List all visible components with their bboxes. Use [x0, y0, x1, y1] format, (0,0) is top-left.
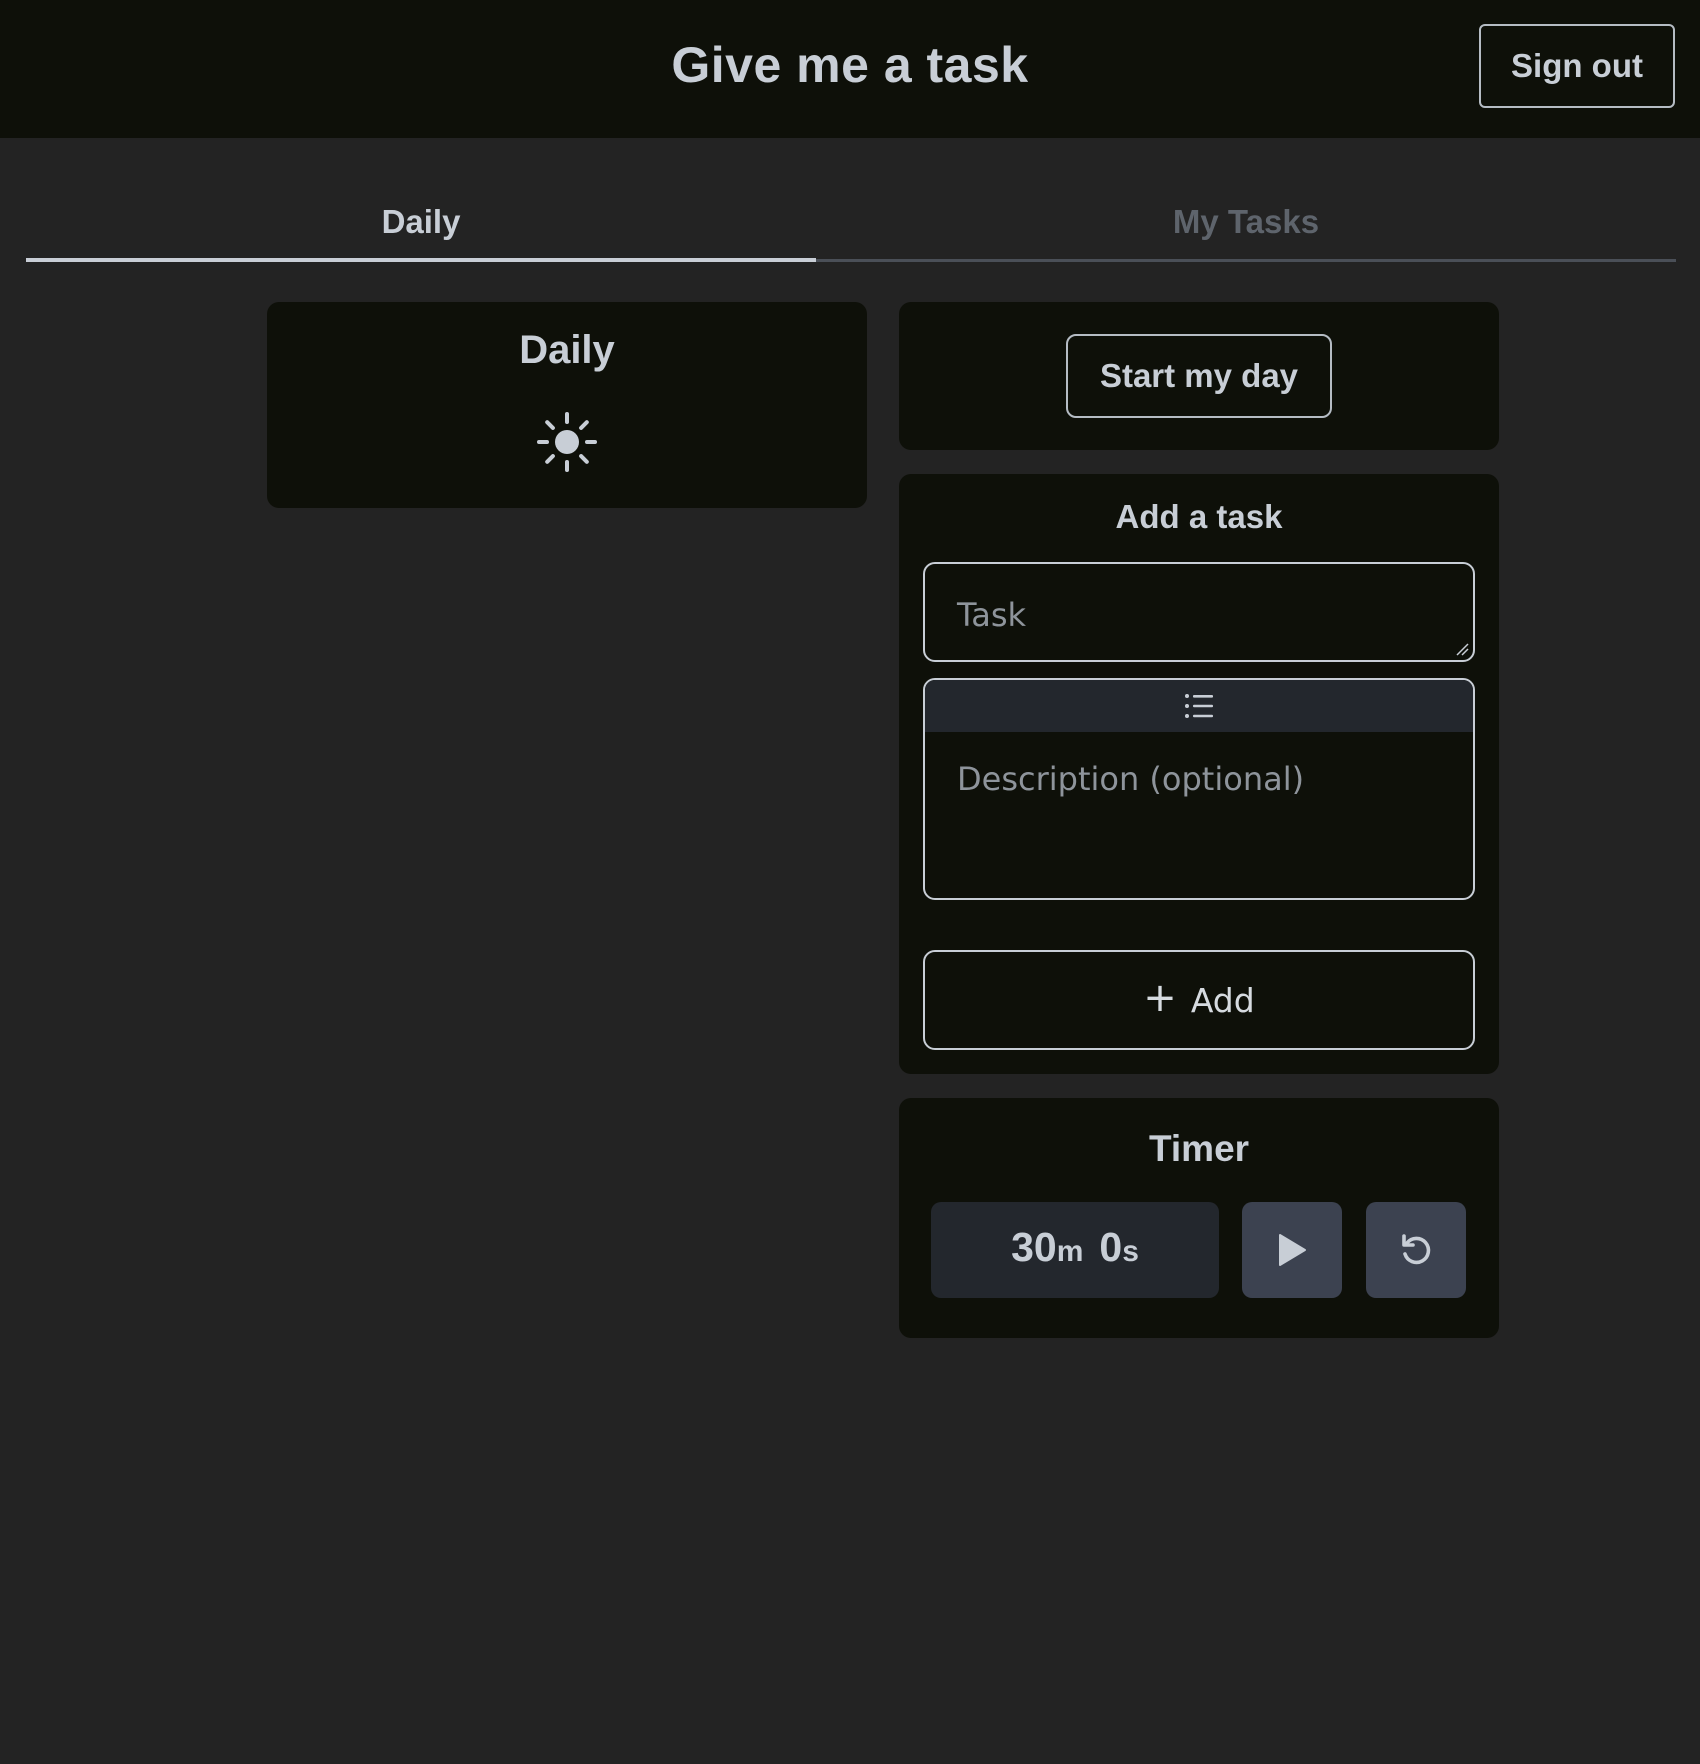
tab-bar: Daily My Tasks — [26, 182, 1676, 262]
add-task-card: Add a task Task Description (optional) +… — [899, 474, 1499, 1074]
app-title: Give me a task — [671, 37, 1029, 93]
timer-minutes: 30 — [1011, 1224, 1057, 1270]
timer-minutes-unit: m — [1056, 1235, 1084, 1268]
timer-play-button[interactable] — [1242, 1202, 1342, 1298]
timer-card: Timer 30 m 0 s — [899, 1098, 1499, 1338]
tab-divider — [816, 259, 1676, 262]
add-task-title: Add a task — [1115, 498, 1283, 535]
start-my-day-button[interactable]: Start my day — [1066, 334, 1332, 418]
plus-icon: + — [1143, 975, 1177, 1021]
timer-display: 30 m 0 s — [931, 1202, 1219, 1298]
add-task-button[interactable]: + Add — [923, 950, 1475, 1050]
sun-icon — [537, 412, 597, 472]
timer-reset-button[interactable] — [1366, 1202, 1466, 1298]
description-placeholder: Description (optional) — [957, 760, 1305, 798]
editor-toolbar — [925, 680, 1473, 732]
task-input-placeholder: Task — [957, 596, 1027, 634]
task-input[interactable]: Task — [923, 562, 1475, 662]
tab-active-indicator — [26, 258, 816, 262]
description-editor[interactable]: Description (optional) — [923, 678, 1475, 900]
app-header: Give me a task Sign out — [0, 0, 1700, 138]
tab-my-tasks[interactable]: My Tasks — [816, 182, 1676, 262]
sign-out-button[interactable]: Sign out — [1479, 24, 1675, 108]
list-icon[interactable] — [1184, 692, 1214, 720]
timer-seconds-unit: s — [1122, 1235, 1139, 1268]
add-task-button-label: Add — [1190, 980, 1255, 1020]
daily-card: Daily — [267, 302, 867, 508]
reset-icon — [1402, 1234, 1431, 1265]
tab-daily[interactable]: Daily — [26, 182, 816, 262]
resize-handle-icon[interactable] — [1455, 642, 1469, 656]
start-day-card: Start my day — [899, 302, 1499, 450]
timer-seconds: 0 — [1099, 1224, 1123, 1270]
timer-title: Timer — [1148, 1128, 1250, 1169]
play-icon — [1279, 1234, 1306, 1266]
daily-card-title: Daily — [519, 328, 615, 372]
